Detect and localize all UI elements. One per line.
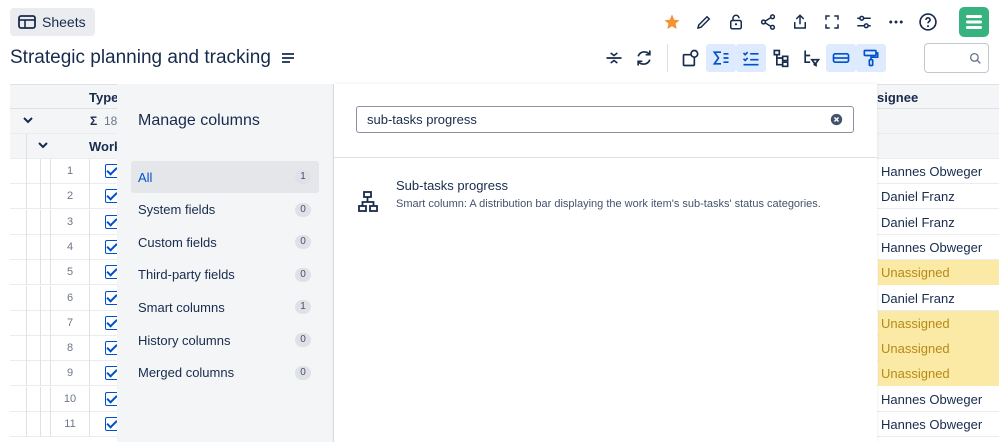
search-icon [969,52,981,64]
row-number: 9 [50,361,90,387]
category-count: 0 [295,202,311,217]
assignee-cell[interactable]: Unassigned [878,310,999,336]
assignee-cell[interactable]: Daniel Franz [878,286,999,311]
search-divider [334,157,877,158]
category-count: 1 [295,170,311,184]
settings-sliders-icon[interactable] [848,10,880,34]
category-count: 1 [295,300,311,315]
paint-format-icon[interactable] [856,44,886,72]
row-number: 7 [50,310,90,336]
row-number: 1 [50,159,90,184]
assignee-cell[interactable]: Unassigned [878,361,999,387]
fullscreen-icon[interactable] [816,10,848,34]
row-number: 2 [50,184,90,210]
category-item[interactable]: System fields 0 [131,194,319,226]
sheets-icon [18,15,36,29]
lock-icon[interactable] [720,10,752,34]
sum-value: 18 [104,114,118,128]
app-logo[interactable] [959,7,989,37]
clear-search-icon[interactable] [830,113,843,126]
category-label: History columns [138,332,231,348]
assignee-cell[interactable]: Daniel Franz [878,184,999,209]
hierarchy-filter-icon[interactable] [796,44,826,72]
category-count: 0 [295,235,311,250]
toolbar-divider [667,44,668,72]
category-label: Merged columns [138,365,235,381]
star-icon[interactable] [656,10,688,34]
assignee-cell[interactable]: Unassigned [878,260,999,286]
sum-symbol: Σ [90,114,98,128]
row-number: 8 [50,336,90,362]
manage-columns-content [334,84,877,442]
refresh-icon[interactable] [629,44,659,72]
result-description: Smart column: A distribution bar display… [396,198,821,210]
sum-icon[interactable] [706,44,736,72]
category-item[interactable]: Custom fields 0 [131,226,319,258]
pencil-icon[interactable] [688,10,720,34]
assignee-cell[interactable]: Hannes Obweger [878,235,999,260]
category-item[interactable]: Third-party fields 0 [131,259,319,291]
sheets-button[interactable]: Sheets [10,8,95,36]
assignee-cell[interactable]: Hannes Obweger [878,159,999,184]
column-header-type[interactable]: Type [89,90,118,105]
share-icon[interactable] [752,10,784,34]
page-title-area: Strategic planning and tracking [10,47,295,69]
category-count: 0 [295,333,311,347]
collapse-rows-icon[interactable] [599,44,629,72]
assignee-cell[interactable]: Hannes Obweger [878,387,999,412]
hierarchy-icon[interactable] [766,44,796,72]
category-count: 0 [295,267,311,282]
assignee-cell[interactable]: Unassigned [878,336,999,362]
sheets-button-label: Sheets [42,14,86,30]
row-number: 11 [50,412,90,437]
grid-corner [10,84,81,109]
page-title: Strategic planning and tracking [10,47,271,68]
row-number: 3 [50,209,90,235]
category-label: Smart columns [138,299,225,315]
sub-tasks-progress-icon [356,190,380,214]
column-header-assignee[interactable]: signee [877,90,918,105]
export-icon[interactable] [784,10,816,34]
category-item[interactable]: History columns 0 [131,324,319,356]
category-label: Third-party fields [138,267,235,283]
assignee-cell[interactable]: Hannes Obweger [878,412,999,437]
category-count: 0 [295,365,311,380]
chevron-down-icon[interactable] [38,142,48,150]
checklist-icon[interactable] [736,44,766,72]
manage-columns-title: Manage columns [138,112,260,129]
category-item[interactable]: Merged columns 0 [131,357,319,389]
column-search-input[interactable]: sub-tasks progress [356,106,854,133]
sheet-search-input[interactable] [924,43,989,73]
row-number: 4 [50,234,90,260]
category-label: All [138,169,153,185]
column-search-value: sub-tasks progress [367,112,477,127]
chevron-down-icon[interactable] [23,117,33,125]
row-number: 5 [50,260,90,286]
category-label: Custom fields [138,234,217,250]
description-icon[interactable] [281,52,295,64]
row-format-icon[interactable] [826,44,856,72]
row-number: 10 [50,386,90,412]
add-view-icon[interactable] [676,44,706,72]
result-title[interactable]: Sub-tasks progress [396,178,508,193]
help-icon[interactable] [912,10,944,34]
assignee-cell[interactable]: Daniel Franz [878,210,999,235]
category-item[interactable]: All 1 [131,161,319,193]
row-number: 6 [50,285,90,311]
more-icon[interactable] [880,10,912,34]
category-label: System fields [138,202,216,218]
category-item[interactable]: Smart columns 1 [131,291,319,323]
